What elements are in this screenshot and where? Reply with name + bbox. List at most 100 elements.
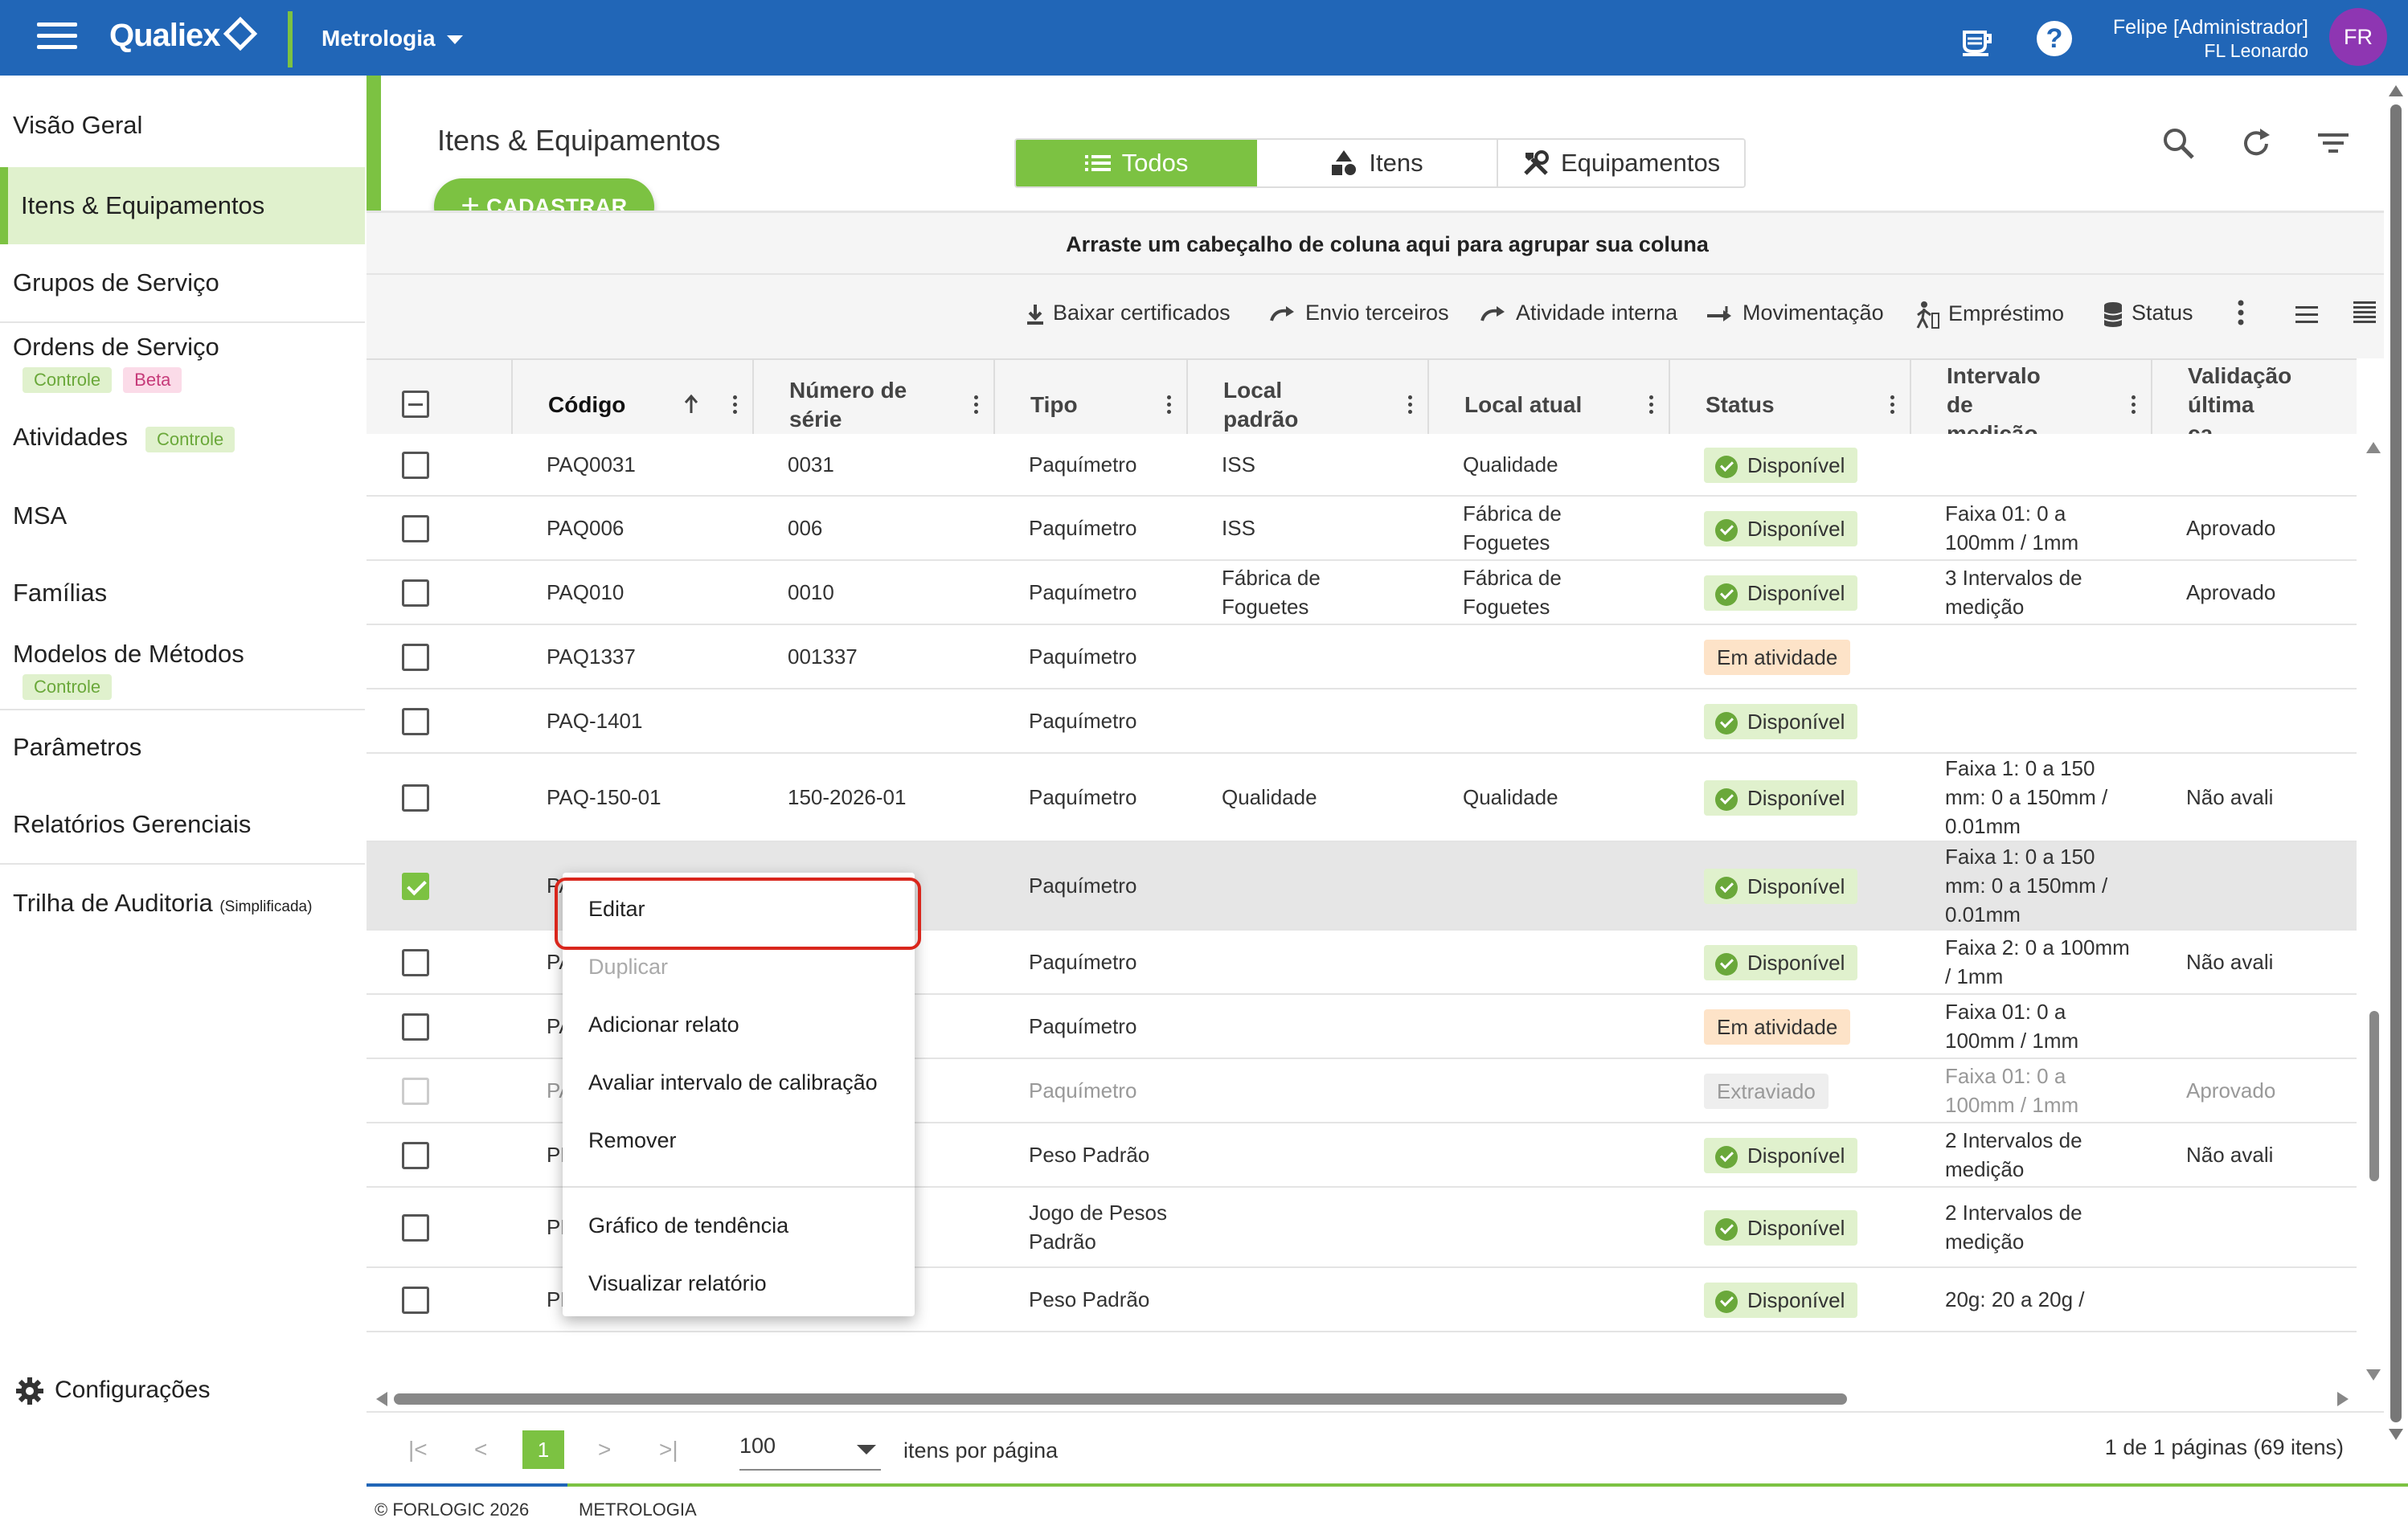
horizontal-scroll-thumb[interactable] [394,1393,1847,1405]
sidebar-item-label: Itens & Equipamentos [21,191,265,219]
table-row[interactable]: PAQ010 0010 Paquímetro Fábrica de Foguetes F… [367,561,2357,625]
sidebar-item-ordens-servico[interactable]: Ordens de Serviço Controle Beta [0,333,365,393]
current-page-button[interactable]: 1 [522,1430,564,1469]
menu-item-adicionar-relato[interactable]: Adicionar relato [588,1013,739,1037]
sidebar-item-familias[interactable]: Famílias [0,579,365,608]
movement-button[interactable]: Movimentação [1706,301,1884,325]
column-menu-icon[interactable] [2132,395,2136,415]
loan-button[interactable]: Empréstimo [1915,301,2064,329]
menu-item-avaliar-intervalo[interactable]: Avaliar intervalo de calibração [588,1070,878,1095]
cell-intervalo: Faixa 01: 0 a 100mm / 1mm [1945,501,2079,554]
menu-item-grafico-tendencia[interactable]: Gráfico de tendência [588,1213,788,1238]
module-selector[interactable]: Metrologia [321,26,463,51]
refresh-icon[interactable] [2238,125,2275,162]
scroll-right-icon[interactable] [2337,1392,2349,1406]
sidebar-item-itens-equipamentos[interactable]: Itens & Equipamentos [0,167,365,244]
page-scroll-thumb[interactable] [2390,104,2402,1422]
row-checkbox[interactable] [402,708,429,735]
row-checkbox[interactable] [402,644,429,671]
tab-equipamentos[interactable]: Equipamentos [1498,140,1745,186]
sidebar-item-trilha-auditoria[interactable]: Trilha de Auditoria (Simplificada) [0,889,365,918]
vertical-scroll-thumb[interactable] [2369,1011,2379,1181]
sidebar-item-msa[interactable]: MSA [0,501,365,530]
row-checkbox[interactable] [402,1013,429,1041]
column-menu-icon[interactable] [1649,395,1654,415]
row-checkbox[interactable] [402,873,429,900]
row-checkbox[interactable] [402,1142,429,1169]
column-menu-icon[interactable] [1167,395,1172,415]
table-row[interactable]: PAQ-150-01 150-2026-01 Paquímetro Qualidade… [367,754,2357,842]
sidebar-item-visao-geral[interactable]: Visão Geral [0,111,365,140]
column-menu-icon[interactable] [1408,395,1413,415]
app-logo[interactable]: Qualiex [109,17,257,54]
next-page-icon[interactable]: > [598,1437,611,1463]
menu-item-visualizar-relatorio[interactable]: Visualizar relatório [588,1271,767,1296]
sidebar-item-atividades[interactable]: Atividades Controle [0,423,365,452]
row-checkbox[interactable] [402,1287,429,1314]
grid-horizontal-scrollbar[interactable] [376,1387,2361,1411]
scroll-up-icon[interactable] [2366,442,2381,453]
density-compact-icon[interactable] [2352,299,2385,325]
cell-codigo: PAQ006 [547,516,625,540]
sort-ascending-icon [684,394,698,413]
sidebar-item-modelos-metodos[interactable]: Modelos de Métodos Controle [0,640,365,700]
row-checkbox[interactable] [402,452,429,479]
column-menu-icon[interactable] [733,395,738,415]
third-party-shipping-button[interactable]: Envio terceiros [1268,301,1449,325]
density-comfortable-icon[interactable] [2294,301,2328,325]
row-checkbox[interactable] [402,515,429,542]
footer-accent-blue [367,1483,567,1487]
footer-module: METROLOGIA [579,1499,697,1520]
settings-link[interactable]: Configurações [14,1376,210,1406]
more-options-icon[interactable] [2238,299,2252,326]
search-icon[interactable] [2160,125,2197,162]
column-title: Local atual [1464,392,1583,417]
prev-page-icon[interactable]: < [474,1437,487,1463]
page-vertical-scrollbar[interactable] [2384,76,2408,1446]
row-checkbox[interactable] [402,784,429,812]
cell-serie: 150-2026-01 [788,785,907,809]
row-checkbox[interactable] [402,1214,429,1242]
type-filter-tabs: Todos Itens Equipamentos [1014,138,1747,188]
last-page-icon[interactable]: >| [659,1437,678,1463]
table-row[interactable]: PAQ006 006 Paquímetro ISS Fábrica de Foguete… [367,497,2357,561]
column-menu-icon[interactable] [1890,395,1895,415]
tab-todos[interactable]: Todos [1016,140,1257,186]
logo-gem-icon [223,17,257,51]
scroll-left-icon[interactable] [376,1392,387,1406]
column-menu-icon[interactable] [974,395,979,415]
cell-local-atual: Qualidade [1463,452,1558,477]
row-checkbox[interactable] [402,1078,429,1105]
row-checkbox[interactable] [402,579,429,607]
hamburger-menu-icon[interactable] [37,23,77,55]
filter-icon[interactable] [2315,125,2352,162]
menu-item-remover[interactable]: Remover [588,1128,677,1153]
cell-serie: 0010 [788,580,834,604]
user-name[interactable]: Felipe [Administrador] [1987,16,2308,39]
avatar[interactable]: FR [2329,8,2387,66]
sidebar-item-grupos-servico[interactable]: Grupos de Serviço [0,268,365,297]
tab-label: Itens [1369,149,1423,177]
first-page-icon[interactable]: |< [408,1437,428,1463]
download-certificates-button[interactable]: Baixar certificados [1026,301,1231,325]
sidebar-item-parametros[interactable]: Parâmetros [0,733,365,762]
group-by-area[interactable]: Arraste um cabeçalho de coluna aqui para… [367,211,2408,273]
sidebar-item-relatorios[interactable]: Relatórios Gerenciais [0,810,365,839]
scroll-down-icon[interactable] [2366,1369,2381,1381]
database-icon [2103,301,2123,327]
table-row[interactable]: PAQ1337 001337 Paquímetro Em atividade [367,625,2357,689]
tab-itens[interactable]: Itens [1257,140,1498,186]
row-checkbox[interactable] [402,949,429,976]
controle-badge: Controle [145,427,235,452]
table-row[interactable]: PAQ-1401 Paquímetro Disponível [367,689,2357,754]
cell-intervalo: 2 Intervalos de medição [1945,1128,2082,1181]
scroll-up-icon[interactable] [2389,85,2403,96]
scroll-down-icon[interactable] [2389,1429,2403,1440]
status-badge: Disponível [1704,575,1858,611]
status-button[interactable]: Status [2103,301,2193,327]
table-row[interactable]: PAQ0031 0031 Paquímetro ISS Qualidade Disponí… [367,434,2357,497]
internal-activity-button[interactable]: Atividade interna [1479,301,1677,325]
select-all-checkbox[interactable] [402,391,429,418]
controle-badge: Controle [23,674,113,700]
per-page-select[interactable]: 100 [739,1434,881,1471]
